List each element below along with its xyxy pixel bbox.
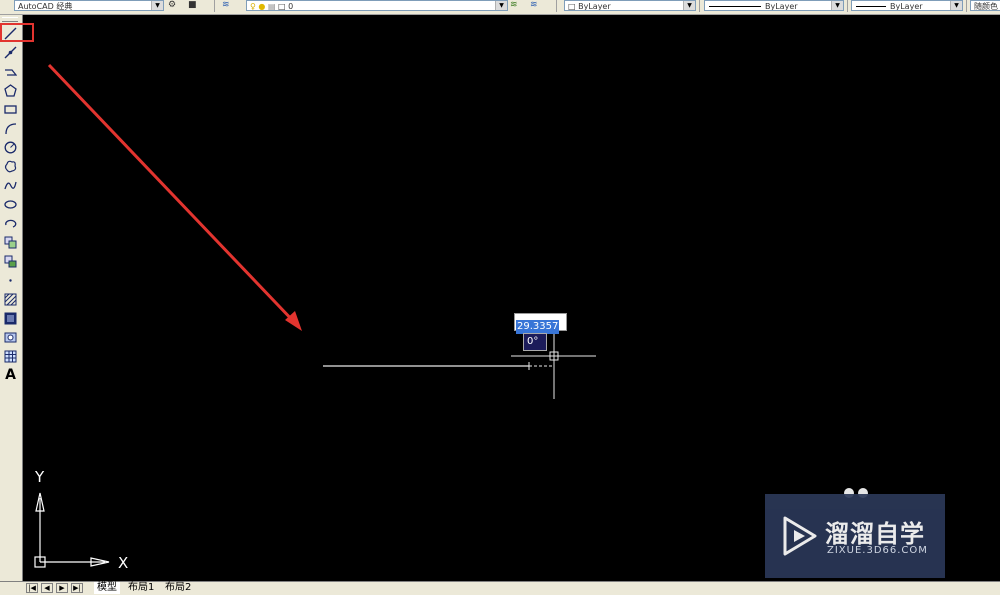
rectangle-icon[interactable]	[2, 101, 19, 118]
separator	[699, 0, 700, 12]
hatch-icon[interactable]	[2, 291, 19, 308]
tab-layout2[interactable]: 布局2	[162, 582, 194, 594]
toolbar-grip[interactable]	[2, 17, 18, 22]
separator	[556, 0, 557, 12]
arc-icon[interactable]	[2, 120, 19, 137]
chevron-down-icon[interactable]: ▼	[495, 1, 507, 10]
draw-toolbar: A	[0, 15, 23, 581]
workspace-value: AutoCAD 经典	[18, 2, 73, 11]
ucs-x-label: X	[118, 554, 129, 572]
layer-name: 0	[288, 2, 294, 11]
separator	[847, 0, 848, 12]
revision-cloud-icon[interactable]	[2, 158, 19, 175]
separator	[966, 0, 967, 12]
chevron-down-icon[interactable]: ▼	[831, 1, 843, 10]
make-block-icon[interactable]	[2, 253, 19, 270]
watermark-title: 溜溜自学	[825, 520, 925, 548]
table-icon[interactable]	[2, 348, 19, 365]
lineweight-preview	[856, 6, 886, 7]
workspace-combo[interactable]: AutoCAD 经典 ▼	[14, 0, 164, 11]
tab-layout1[interactable]: 布局1	[125, 582, 157, 594]
layer-previous-icon[interactable]: ≋	[530, 0, 538, 11]
watermark-subtitle: ZIXUE.3D66.COM	[827, 545, 928, 556]
sun-icon: ●	[258, 2, 266, 11]
plotstyle-value: 随颜色	[974, 2, 998, 11]
play-logo-icon	[783, 516, 817, 556]
multiline-text-icon[interactable]: A	[2, 367, 19, 384]
lineweight-value: ByLayer	[890, 2, 923, 11]
tab-model[interactable]: 模型	[94, 582, 120, 594]
spline-icon[interactable]	[2, 177, 19, 194]
chevron-down-icon[interactable]: ▼	[151, 1, 163, 10]
last-tab-icon[interactable]: ▶|	[71, 583, 83, 593]
linetype-preview	[709, 6, 761, 7]
region-icon[interactable]	[2, 329, 19, 346]
gradient-icon[interactable]	[2, 310, 19, 327]
watermark-logo: 溜溜自学 ZIXUE.3D66.COM	[765, 494, 945, 578]
dynamic-length-value: 29.3357	[516, 320, 560, 334]
light-bulb-icon: ♀	[250, 2, 256, 11]
ucs-y-label: Y	[35, 468, 45, 486]
make-layer-current-icon[interactable]: ≋	[510, 0, 518, 11]
color-swatch-icon: □	[568, 2, 576, 11]
color-value: ByLayer	[578, 2, 611, 11]
dynamic-length-input[interactable]: 29.3357	[514, 313, 567, 334]
polygon-icon[interactable]	[2, 82, 19, 99]
insert-block-icon[interactable]	[2, 234, 19, 251]
linetype-value: ByLayer	[765, 2, 798, 11]
annotation-arrow-shaft	[47, 63, 299, 327]
first-tab-icon[interactable]: |◀	[26, 583, 38, 593]
workspace-save-icon[interactable]: ■	[188, 0, 197, 11]
color-combo[interactable]: □ ByLayer ▼	[564, 0, 696, 11]
properties-toolbar: AutoCAD 经典 ▼ ⚙ ■ ≋ ♀ ● ▤ □ 0 ▼ ≋ ≋ □ ByL…	[0, 0, 1000, 15]
plotstyle-combo[interactable]: 随颜色	[970, 0, 1000, 11]
polyline-icon[interactable]	[2, 63, 19, 80]
workspace-settings-icon[interactable]: ⚙	[168, 0, 176, 11]
layer-color-icon: □	[278, 2, 286, 11]
chevron-down-icon[interactable]: ▼	[683, 1, 695, 10]
lineweight-combo[interactable]: ByLayer ▼	[851, 0, 963, 11]
point-icon[interactable]	[2, 272, 19, 289]
linetype-combo[interactable]: ByLayer ▼	[704, 0, 844, 11]
prev-tab-icon[interactable]: ◀	[41, 583, 53, 593]
dynamic-angle-display: 0°	[523, 333, 547, 351]
construction-line-icon[interactable]	[2, 44, 19, 61]
ellipse-icon[interactable]	[2, 196, 19, 213]
layout-tabs-bar: |◀ ◀ ▶ ▶| 模型 布局1 布局2	[0, 581, 1000, 595]
layer-combo[interactable]: ♀ ● ▤ □ 0 ▼	[246, 0, 508, 11]
lock-icon: ▤	[267, 2, 276, 11]
next-tab-icon[interactable]: ▶	[56, 583, 68, 593]
layer-manager-icon[interactable]: ≋	[222, 0, 230, 11]
ellipse-arc-icon[interactable]	[2, 215, 19, 232]
circle-icon[interactable]	[2, 139, 19, 156]
separator	[214, 0, 215, 12]
chevron-down-icon[interactable]: ▼	[950, 1, 962, 10]
